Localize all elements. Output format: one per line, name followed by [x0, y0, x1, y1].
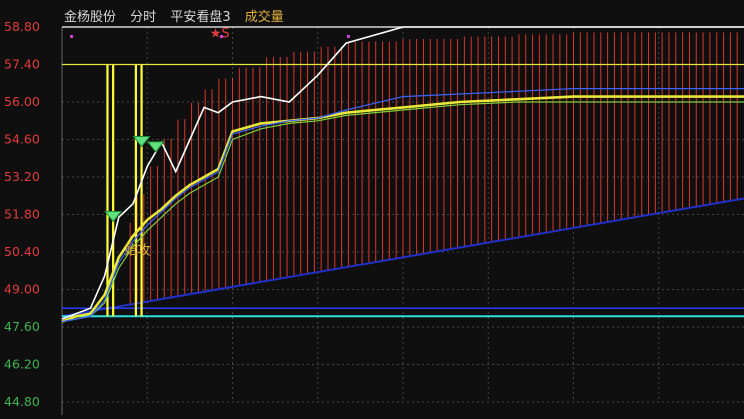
- y-tick-label: 50.40: [4, 244, 40, 259]
- top-marker: [220, 35, 223, 38]
- y-tick-label: 47.60: [4, 319, 40, 334]
- stock-name[interactable]: 金杨股份: [64, 10, 116, 25]
- y-tick-label: 44.80: [4, 394, 40, 409]
- annotation-label: ★S: [210, 26, 230, 41]
- y-tick-label: 54.60: [4, 132, 40, 147]
- y-tick-label: 46.20: [4, 357, 40, 372]
- y-tick-label: 58.80: [4, 19, 40, 34]
- period-label[interactable]: 分时: [130, 10, 156, 25]
- volume-label[interactable]: 成交量: [245, 10, 284, 25]
- y-tick-label: 51.80: [4, 207, 40, 222]
- top-marker: [347, 35, 350, 38]
- indicator-name[interactable]: 平安看盘3: [170, 10, 230, 25]
- signal-marker: [146, 141, 165, 153]
- chart-header: 金杨股份 分时 平安看盘3 成交量: [64, 6, 294, 25]
- y-tick-label: 57.40: [4, 57, 40, 72]
- top-marker: [70, 35, 73, 38]
- chart-canvas: 58.80 57.40 56.00 54.60 53.20 51.80 50.40 49.00…: [4, 19, 744, 415]
- annotation-label: 始攻: [125, 243, 151, 258]
- y-tick-label: 53.20: [4, 169, 40, 184]
- y-tick-label: 49.00: [4, 282, 40, 297]
- y-tick-label: 56.00: [4, 94, 40, 109]
- intraday-chart: 58.80 57.40 56.00 54.60 53.20 51.80 50.40 49.00…: [0, 0, 744, 415]
